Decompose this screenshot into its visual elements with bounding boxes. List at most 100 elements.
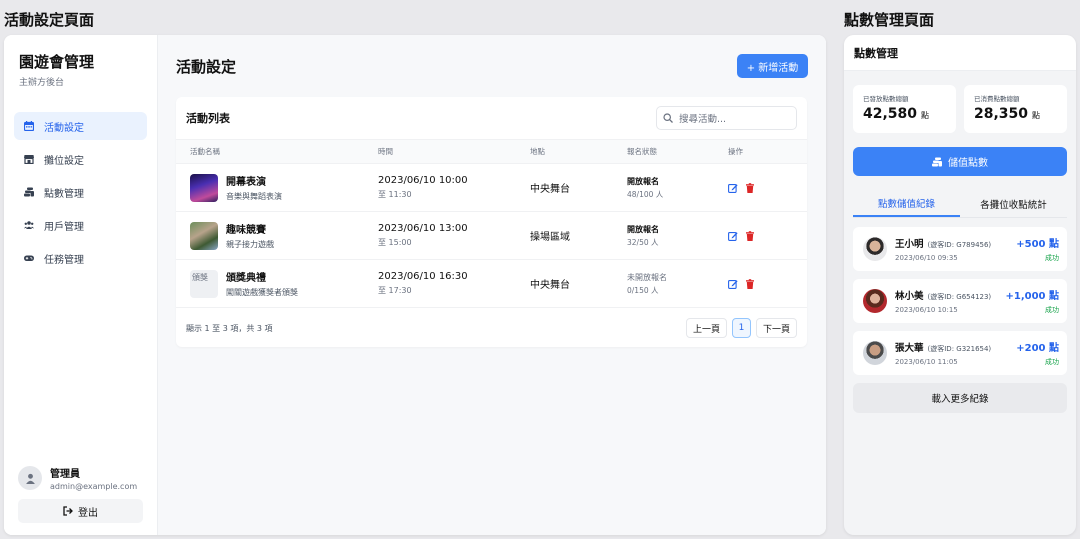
sidebar: 園遊會管理 主辦方後台 活動設定 攤位設定 點數管理 用戶管理 任務管理 管理員… <box>4 35 158 535</box>
search-input[interactable]: 搜尋活動... <box>656 106 797 130</box>
sidebar-item-tasks[interactable]: 任務管理 <box>14 244 147 272</box>
stat-value: 28,350 <box>974 106 1029 122</box>
activity-list-card: 活動列表 搜尋活動... 活動名稱 時間 地點 報名狀態 操作 開幕表演 音樂與… <box>176 97 807 347</box>
sidebar-item-label: 點數管理 <box>44 188 84 200</box>
sidebar-item-booth[interactable]: 攤位設定 <box>14 145 147 173</box>
topup-records: 王小明 (遊客ID: G789456) 2023/06/10 09:35 +50… <box>844 227 1076 375</box>
page-1-button[interactable]: 1 <box>731 318 751 338</box>
column-header: 活動名稱 <box>176 139 378 164</box>
activity-end-time: 至 15:00 <box>378 238 412 247</box>
activity-desc: 音樂與舞蹈表演 <box>226 192 282 201</box>
registration-status: 未開放報名 <box>627 272 667 282</box>
topup-label: 儲值點數 <box>948 158 988 169</box>
logout-button[interactable]: 登出 <box>18 499 143 523</box>
delete-icon[interactable] <box>745 230 755 241</box>
points-management-panel: 點數管理 已發放點數總額 42,580 點 已消費點數總額 28,350 點 儲… <box>844 35 1076 535</box>
list-item: 張大華 (遊客ID: G321654) 2023/06/10 11:05 +20… <box>853 331 1067 375</box>
activity-desc: 親子接力遊戲 <box>226 240 274 249</box>
list-item: 林小美 (遊客ID: G654123) 2023/06/10 10:15 +1,… <box>853 279 1067 323</box>
store-icon <box>22 152 36 166</box>
activity-place: 操場區域 <box>530 232 570 243</box>
activity-end-time: 至 17:30 <box>378 286 412 295</box>
status-badge: 成功 <box>1045 358 1059 366</box>
users-icon <box>22 218 36 232</box>
main-header: 活動設定 + 新增活動 <box>176 35 808 97</box>
sidebar-item-points[interactable]: 點數管理 <box>14 178 147 206</box>
registration-count: 0/150 人 <box>627 285 659 295</box>
user-email: admin@example.com <box>50 482 138 491</box>
points-tabs: 點數儲值紀錄 各攤位收點統計 <box>853 190 1067 218</box>
activity-place: 中央舞台 <box>530 184 570 195</box>
sidebar-item-activity[interactable]: 活動設定 <box>14 112 147 140</box>
points-stats: 已發放點數總額 42,580 點 已消費點數總額 28,350 點 <box>844 71 1076 133</box>
stat-unit: 點 <box>1032 111 1041 120</box>
registration-count: 48/100 人 <box>627 189 664 199</box>
next-page-button[interactable]: 下一頁 <box>755 318 797 338</box>
activity-name: 趣味競賽 <box>226 225 266 236</box>
tab-topup-records[interactable]: 點數儲值紀錄 <box>853 190 960 217</box>
thumbnail-alt-text: 頒獎 <box>192 272 208 282</box>
stat-consumed: 已消費點數總額 28,350 點 <box>964 85 1067 133</box>
column-header: 地點 <box>530 139 627 164</box>
prev-page-button[interactable]: 上一頁 <box>685 318 727 338</box>
sidebar-nav: 活動設定 攤位設定 點數管理 用戶管理 任務管理 <box>14 112 147 272</box>
activity-list-title: 活動列表 <box>186 112 230 125</box>
column-header: 時間 <box>378 139 530 164</box>
avatar <box>863 289 887 313</box>
add-activity-button[interactable]: + 新增活動 <box>737 54 808 78</box>
user-name: 管理員 <box>50 469 80 480</box>
calendar-icon <box>22 119 36 133</box>
avatar <box>863 341 887 365</box>
record-amount: +200 點 <box>1016 343 1059 354</box>
list-item: 王小明 (遊客ID: G789456) 2023/06/10 09:35 +50… <box>853 227 1067 271</box>
search-icon <box>663 113 673 123</box>
delete-icon[interactable] <box>745 182 755 193</box>
brand-subtitle: 主辦方後台 <box>19 78 65 88</box>
visitor-name: 林小美 <box>895 291 924 302</box>
card-header: 活動列表 搜尋活動... <box>176 97 807 139</box>
sidebar-item-users[interactable]: 用戶管理 <box>14 211 147 239</box>
sidebar-item-label: 用戶管理 <box>44 221 84 233</box>
page-title: 活動設定 <box>176 57 237 76</box>
activity-place: 中央舞台 <box>530 280 570 291</box>
edit-icon[interactable] <box>728 279 738 289</box>
record-time: 2023/06/10 11:05 <box>895 358 958 366</box>
avatar <box>863 237 887 261</box>
table-footer: 顯示 1 至 3 項，共 3 項 上一頁 1 下一頁 <box>176 308 807 348</box>
load-more-button[interactable]: 載入更多紀錄 <box>853 383 1067 413</box>
stat-value: 42,580 <box>863 106 918 122</box>
sidebar-item-label: 攤位設定 <box>44 155 84 167</box>
main-content: 活動設定 + 新增活動 活動列表 搜尋活動... 活動名稱 時間 地點 報名狀態 <box>158 35 826 535</box>
edit-icon[interactable] <box>728 183 738 193</box>
tab-booth-stats[interactable]: 各攤位收點統計 <box>960 190 1067 217</box>
table-row: 趣味競賽 親子接力遊戲 2023/06/10 13:00 至 15:00 操場區… <box>176 211 807 260</box>
visitor-id: (遊客ID: G321654) <box>927 345 992 353</box>
brand-title: 園遊會管理 <box>19 53 95 71</box>
column-header: 操作 <box>728 139 807 164</box>
registration-count: 32/50 人 <box>627 237 659 247</box>
record-amount: +1,000 點 <box>1005 291 1060 302</box>
section-title-activity: 活動設定頁面 <box>4 11 95 29</box>
stat-label: 已消費點數總額 <box>974 95 1020 103</box>
activity-settings-panel: 園遊會管理 主辦方後台 活動設定 攤位設定 點數管理 用戶管理 任務管理 管理員… <box>4 35 826 535</box>
edit-icon[interactable] <box>728 231 738 241</box>
coins-icon <box>22 185 36 199</box>
points-header: 點數管理 <box>844 35 1076 71</box>
stat-label: 已發放點數總額 <box>863 95 909 103</box>
record-amount: +500 點 <box>1016 239 1059 250</box>
section-title-points: 點數管理頁面 <box>844 11 935 29</box>
search-placeholder: 搜尋活動... <box>679 114 727 125</box>
stat-issued: 已發放點數總額 42,580 點 <box>853 85 956 133</box>
visitor-name: 張大華 <box>895 343 924 354</box>
topup-points-button[interactable]: 儲值點數 <box>853 147 1067 176</box>
delete-icon[interactable] <box>745 278 755 289</box>
visitor-id: (遊客ID: G789456) <box>927 241 992 249</box>
visitor-name: 王小明 <box>895 239 924 250</box>
status-badge: 成功 <box>1045 254 1059 262</box>
current-user: 管理員 admin@example.com <box>18 465 137 491</box>
registration-status: 開放報名 <box>627 224 659 234</box>
logout-icon <box>63 506 73 516</box>
activity-start-time: 2023/06/10 13:00 <box>378 223 468 234</box>
activity-start-time: 2023/06/10 16:30 <box>378 271 468 282</box>
pagination-info: 顯示 1 至 3 項，共 3 項 <box>186 323 273 333</box>
